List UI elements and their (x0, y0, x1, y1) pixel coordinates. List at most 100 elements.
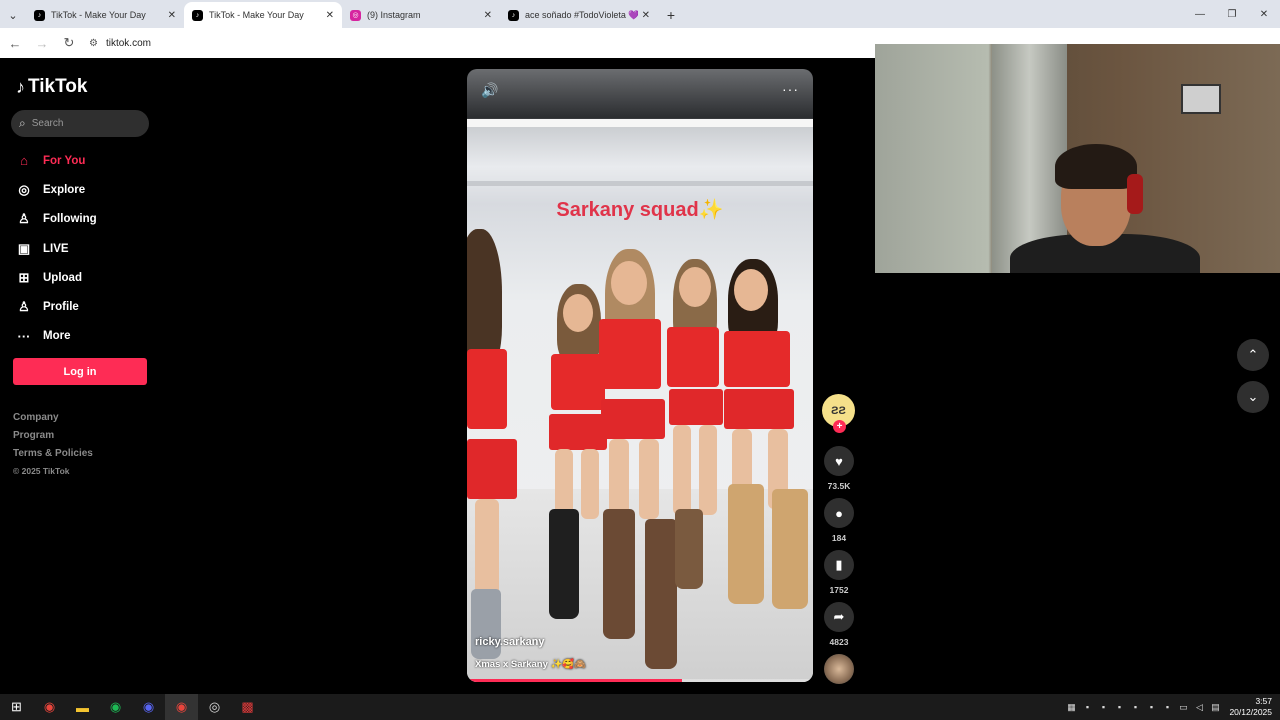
tray-icon[interactable]: ▪ (1095, 694, 1111, 720)
volume-tray-icon[interactable]: ◁ (1191, 694, 1207, 720)
tab-title: TikTok - Make Your Day (209, 10, 304, 20)
browser-tab[interactable]: ♪ TikTok - Make Your Day ✕ (26, 2, 184, 28)
heart-icon[interactable]: ♥ (824, 446, 854, 476)
bookmark-icon[interactable]: ▮ (824, 550, 854, 580)
back-icon[interactable]: ← (3, 31, 27, 55)
close-icon[interactable]: ✕ (484, 10, 492, 21)
search-input[interactable]: ⌕ Search (11, 110, 149, 137)
search-icon: ⌕ (19, 116, 26, 130)
video-description: Xmas x Sarkany ✨🥰🙈 (475, 659, 587, 670)
spotify-icon[interactable]: ◉ (99, 694, 132, 720)
chevron-up-icon: ⌃ (1247, 347, 1259, 362)
chrome-icon[interactable]: ◉ (33, 694, 66, 720)
sidebar-item-upload[interactable]: ⊞ Upload (16, 263, 156, 292)
webcam-overlay (875, 44, 1280, 273)
sidebar-item-explore[interactable]: ◎ Explore (16, 175, 156, 204)
tray-icon[interactable]: ▪ (1127, 694, 1143, 720)
more-options-icon[interactable]: ··· (782, 81, 799, 97)
tray-icon[interactable]: ▦ (1063, 694, 1079, 720)
tiktok-icon: ♪ (192, 9, 203, 21)
sidebar-nav: ⌂ For You ◎ Explore ♙ Following ▣ LIVE ⊞… (16, 146, 156, 351)
close-icon[interactable]: ✕ (642, 10, 650, 21)
video-person (667, 259, 727, 659)
close-icon[interactable]: ✕ (168, 10, 176, 21)
new-tab-button[interactable]: + (658, 2, 684, 28)
chevron-down-icon: ⌄ (1247, 389, 1259, 404)
music-disc-icon[interactable] (824, 654, 854, 684)
footer-link-terms[interactable]: Terms & Policies (13, 448, 93, 466)
save-action[interactable]: ▮ 1752 (824, 550, 854, 595)
sidebar-item-live[interactable]: ▣ LIVE (16, 234, 156, 263)
forward-icon[interactable]: → (30, 31, 54, 55)
sidebar-item-more[interactable]: ··· More (16, 322, 156, 351)
tab-search-icon[interactable]: ⌄ (0, 2, 26, 28)
volume-icon[interactable]: 🔊 (481, 82, 498, 99)
windows-start-icon[interactable]: ⊞ (0, 694, 33, 720)
sidebar-item-profile[interactable]: ♙ Profile (16, 292, 156, 321)
clock-time: 3:57 (1255, 696, 1272, 706)
tray-icon[interactable]: ▪ (1143, 694, 1159, 720)
sidebar-item-following[interactable]: ♙ Following (16, 205, 156, 234)
next-video-button[interactable]: ⌄ (1237, 381, 1269, 413)
video-player[interactable]: Sarkany squad✨ 🔊 ··· ricky.sarkany Xmas … (467, 69, 813, 682)
login-button[interactable]: Log in (13, 358, 147, 385)
system-tray: ▦ ▪ ▪ ▪ ▪ ▪ ▪ ▭ ◁ ▤ 3:57 20/12/2025 (1063, 694, 1280, 720)
tiktok-logo[interactable]: ♪ TikTok (16, 76, 87, 98)
browser-tab[interactable]: ♪ ace soñado #TodoVioleta 💜 ® ✕ (500, 2, 658, 28)
home-icon: ⌂ (20, 153, 28, 169)
footer-link-program[interactable]: Program (13, 430, 93, 448)
user-follow-icon: ♙ (18, 211, 30, 227)
url-field[interactable]: ⚙ tiktok.com (89, 38, 151, 49)
notification-icon[interactable]: ▤ (1207, 694, 1223, 720)
like-action[interactable]: ♥ 73.5K (824, 446, 854, 491)
site-info-icon[interactable]: ⚙ (89, 38, 98, 49)
clock[interactable]: 3:57 20/12/2025 (1229, 696, 1272, 718)
copyright-text: © 2025 TikTok (13, 466, 70, 476)
discord-icon[interactable]: ◉ (132, 694, 165, 720)
browser-tab-active[interactable]: ♪ TikTok - Make Your Day ✕ (184, 2, 342, 28)
video-person (467, 229, 527, 659)
browser-tab[interactable]: ◎ (9) Instagram ✕ (342, 2, 500, 28)
video-progress-bar[interactable] (467, 679, 813, 682)
compass-icon: ◎ (18, 181, 30, 197)
share-icon[interactable]: ➦ (824, 602, 854, 632)
reload-icon[interactable]: ↻ (57, 31, 81, 55)
creator-avatar[interactable]: ƧƧ + (822, 394, 855, 433)
app-icon[interactable]: ▩ (231, 694, 264, 720)
webcam-person-hair (1055, 144, 1137, 189)
video-person (597, 249, 677, 679)
chrome-active-icon[interactable]: ◉ (165, 694, 198, 720)
tray-icon[interactable]: ▪ (1111, 694, 1127, 720)
sidebar-item-label: LIVE (43, 242, 69, 255)
footer-link-company[interactable]: Company (13, 412, 93, 430)
sidebar-item-label: Profile (43, 301, 79, 314)
tiktok-logo-icon: ♪ (16, 76, 25, 97)
previous-video-button[interactable]: ⌃ (1237, 339, 1269, 371)
sidebar-item-label: For You (43, 154, 86, 167)
share-count: 4823 (829, 637, 849, 647)
search-placeholder: Search (31, 118, 64, 129)
more-icon: ··· (17, 328, 31, 344)
file-explorer-icon[interactable]: ▬ (66, 694, 99, 720)
video-author[interactable]: ricky.sarkany (475, 636, 545, 648)
comment-action[interactable]: ● 184 (824, 498, 854, 543)
comment-count: 184 (831, 533, 847, 543)
sidebar-item-for-you[interactable]: ⌂ For You (16, 146, 156, 175)
comment-icon[interactable]: ● (824, 498, 854, 528)
profile-icon: ♙ (18, 299, 30, 315)
share-action[interactable]: ➦ 4823 (824, 602, 854, 647)
webcam-microwave (1181, 84, 1221, 114)
minimize-icon[interactable]: — (1184, 0, 1216, 28)
close-icon[interactable]: ✕ (326, 10, 334, 21)
tab-title: TikTok - Make Your Day (51, 10, 146, 20)
video-scene-ceiling (467, 119, 813, 127)
close-window-icon[interactable]: ✕ (1248, 0, 1280, 28)
follow-plus-icon[interactable]: + (833, 420, 846, 433)
save-count: 1752 (829, 585, 849, 595)
restore-icon[interactable]: ❐ (1216, 0, 1248, 28)
obs-icon[interactable]: ◎ (198, 694, 231, 720)
sidebar: ♪ TikTok ⌕ Search ⌂ For You ◎ Explore ♙ … (0, 58, 160, 694)
network-icon[interactable]: ▭ (1175, 694, 1191, 720)
tray-icon[interactable]: ▪ (1159, 694, 1175, 720)
tray-icon[interactable]: ▪ (1079, 694, 1095, 720)
